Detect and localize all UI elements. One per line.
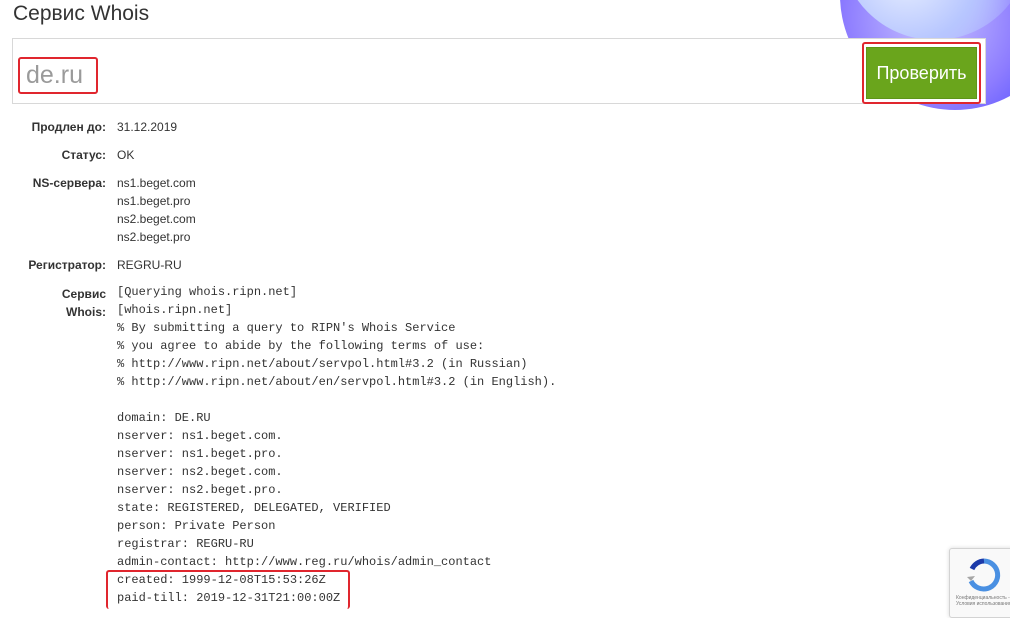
ns-server-item: ns2.beget.pro [117, 230, 191, 244]
dates-highlight [106, 570, 350, 609]
whois-line: domain: DE.RU [117, 411, 211, 425]
registrar-label: Регистратор: [28, 258, 106, 272]
whois-service-label: Сервис Whois: [6, 285, 106, 321]
ns-server-item: ns1.beget.pro [117, 194, 191, 208]
whois-label-line2: Whois: [66, 305, 106, 319]
page-title: Сервис Whois [13, 2, 150, 25]
ns-servers-list: ns1.beget.com ns1.beget.pro ns2.beget.co… [117, 176, 196, 248]
check-button[interactable]: Проверить [866, 47, 977, 99]
whois-output: [Querying whois.ripn.net] [whois.ripn.net… [117, 285, 556, 609]
whois-line: [whois.ripn.net] [117, 303, 233, 317]
whois-line: nserver: ns2.beget.com. [117, 465, 283, 479]
ns-server-item: ns2.beget.com [117, 212, 196, 226]
whois-label-line1: Сервис [61, 287, 106, 301]
whois-line: % http://www.ripn.net/about/servpol.html… [117, 357, 528, 371]
ns-servers-label: NS-сервера: [32, 176, 106, 190]
whois-line: % By submitting a query to RIPN's Whois … [117, 321, 456, 335]
whois-line: nserver: ns1.beget.pro. [117, 447, 283, 461]
recaptcha-badge[interactable]: Конфиденциальность - Условия использован… [949, 548, 1010, 618]
paid-till-label: Продлен до: [31, 120, 106, 134]
whois-line: nserver: ns2.beget.pro. [117, 483, 283, 497]
whois-line: [Querying whois.ripn.net] [117, 285, 298, 299]
search-panel [12, 38, 986, 104]
whois-line: state: REGISTERED, DELEGATED, VERIFIED [117, 501, 391, 515]
whois-line [117, 393, 556, 411]
status-value: OK [117, 148, 135, 162]
whois-line: nserver: ns1.beget.com. [117, 429, 283, 443]
whois-line: % http://www.ripn.net/about/en/servpol.h… [117, 375, 557, 389]
paid-till-value: 31.12.2019 [117, 120, 178, 134]
whois-line: % you agree to abide by the following te… [117, 339, 485, 353]
registrar-value: REGRU-RU [117, 258, 182, 272]
recaptcha-privacy-text: Конфиденциальность - Условия использован… [956, 595, 1010, 607]
status-label: Статус: [61, 148, 106, 162]
recaptcha-icon [967, 558, 1001, 592]
ns-server-item: ns1.beget.com [117, 176, 196, 190]
whois-line: registrar: REGRU-RU [117, 537, 254, 551]
whois-line: person: Private Person [117, 519, 276, 533]
domain-input[interactable] [18, 57, 98, 94]
